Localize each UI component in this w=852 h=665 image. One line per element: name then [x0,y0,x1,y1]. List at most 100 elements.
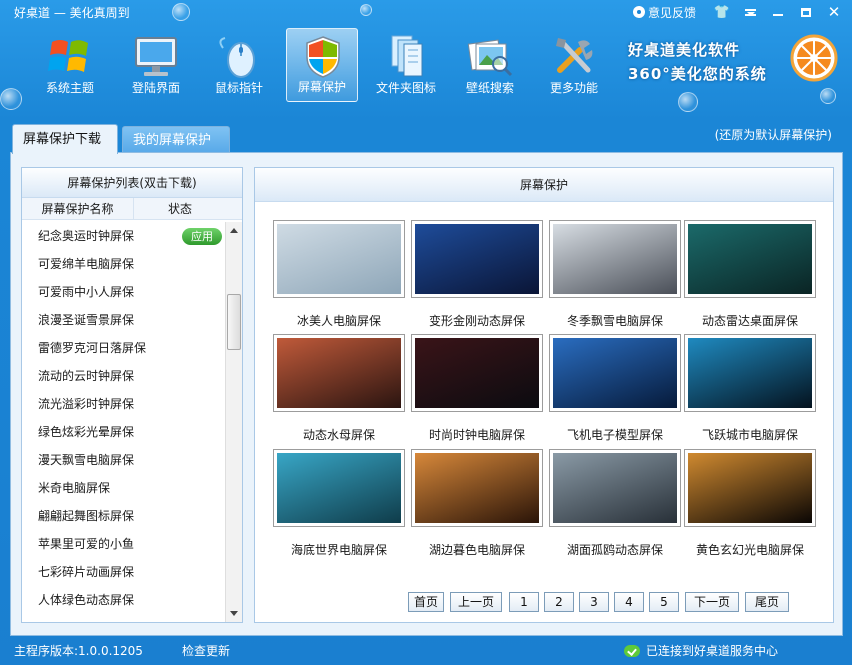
page-1-button[interactable]: 1 [509,592,539,612]
title-bar: 好桌道 — 美化真周到 意见反馈 👕 ✕ [0,0,852,24]
page-4-button[interactable]: 4 [614,592,644,612]
list-item[interactable]: 可爱雨中小人屏保 [22,278,226,306]
scroll-up-icon[interactable] [230,228,238,233]
list-item[interactable]: 浪漫圣诞雪景屏保 [22,306,226,334]
column-name-header[interactable]: 屏幕保护名称 [22,198,134,219]
screensaver-thumbnail[interactable]: 变形金刚动态屏保 [411,220,543,328]
brand-slogan: 好桌道美化软件 360°美化您的系统 [628,38,767,86]
tool-more-features[interactable]: 更多功能 [538,28,610,102]
skin-button[interactable]: 👕 [710,3,734,21]
list-item-label: 浪漫圣诞雪景屏保 [38,313,135,327]
thumbnail-frame[interactable] [684,334,816,412]
screensaver-thumbnail[interactable]: 湖面孤鸥动态屏保 [549,449,681,557]
menu-icon [744,8,756,16]
thumbnail-frame[interactable] [273,334,405,412]
list-item[interactable]: 绿色炫彩光晕屏保 [22,418,226,446]
prev-page-button[interactable]: 上一页 [450,592,502,612]
thumbnail-frame[interactable] [684,220,816,298]
tshirt-icon: 👕 [713,4,731,20]
menu-button[interactable] [738,3,762,21]
screensaver-thumbnail[interactable]: 海底世界电脑屏保 [273,449,405,557]
first-page-button[interactable]: 首页 [408,592,444,612]
tool-mouse-pointer[interactable]: 鼠标指针 [203,28,275,102]
thumbnail-frame[interactable] [273,449,405,527]
thumbnail-image [415,453,539,523]
next-page-button[interactable]: 下一页 [685,592,739,612]
scroll-thumb[interactable] [227,294,241,350]
feedback-button[interactable]: 意见反馈 [632,4,696,21]
list-item[interactable]: 可爱绵羊电脑屏保 [22,250,226,278]
tool-label: 壁纸搜索 [465,81,514,95]
screensaver-thumbnail[interactable]: 飞跃城市电脑屏保 [684,334,816,442]
list-item[interactable]: 苹果里可爱的小鱼 [22,530,226,558]
page-5-button[interactable]: 5 [649,592,679,612]
thumbnail-frame[interactable] [549,334,681,412]
apply-button[interactable]: 应用 [182,228,222,245]
minimize-button[interactable] [766,3,790,21]
page-2-button[interactable]: 2 [544,592,574,612]
orange-logo-icon [790,34,838,82]
list-item[interactable]: 翩翩起舞图标屏保 [22,502,226,530]
list-item[interactable]: 流光溢彩时钟屏保 [22,390,226,418]
tools-icon [556,38,593,73]
close-button[interactable]: ✕ [822,3,846,21]
thumbnail-image [553,224,677,294]
thumbnail-image [688,338,812,408]
list-item[interactable]: 七彩碎片动画屏保 [22,558,226,586]
thumbnail-caption: 冰美人电脑屏保 [296,314,381,328]
tab-my-screensavers[interactable]: 我的屏幕保护 [122,126,230,154]
thumbnail-frame[interactable] [549,220,681,298]
screensaver-thumbnail[interactable]: 湖边暮色电脑屏保 [411,449,543,557]
list-item-label: 苹果里可爱的小鱼 [38,537,135,551]
restore-default-link[interactable]: (还原为默认屏幕保护) [715,126,832,143]
page-3-button[interactable]: 3 [579,592,609,612]
main-toolbar: 系统主题 登陆界面 鼠标指针 屏幕保护 文件夹图标 壁纸搜索 更多功能 好桌道美… [0,26,852,104]
screensaver-thumbnail[interactable]: 飞机电子模型屏保 [549,334,681,442]
column-status-header[interactable]: 状态 [134,198,226,219]
list-item[interactable]: 漫天飘雪电脑屏保 [22,446,226,474]
monitor-icon [135,37,177,76]
list-item[interactable]: 雷德罗克河日落屏保 [22,334,226,362]
thumbnail-frame[interactable] [273,220,405,298]
connection-text: 已连接到好桌道服务中心 [646,644,779,658]
tool-system-theme[interactable]: 系统主题 [34,28,106,102]
thumbnail-frame[interactable] [549,449,681,527]
tool-wallpaper-search[interactable]: 壁纸搜索 [454,28,526,102]
list-item[interactable]: 人体绿色动态屏保 [22,586,226,614]
thumbnail-frame[interactable] [411,334,543,412]
list-item[interactable]: 米奇电脑屏保 [22,474,226,502]
list-item[interactable]: 纪念奥运时钟屏保 应用 [22,222,226,250]
screensaver-thumbnail[interactable]: 冰美人电脑屏保 [273,220,405,328]
thumbnail-caption: 飞跃城市电脑屏保 [701,428,798,442]
shield-icon [306,36,340,78]
screensaver-thumbnail[interactable]: 冬季飘雪电脑屏保 [549,220,681,328]
screensaver-thumbnail[interactable]: 动态雷达桌面屏保 [684,220,816,328]
folder-icon [391,35,423,77]
minimize-icon [773,14,783,16]
tool-screensaver[interactable]: 屏幕保护 [286,28,358,102]
thumbnail-frame[interactable] [684,449,816,527]
tool-folder-icon[interactable]: 文件夹图标 [370,28,442,102]
thumbnail-frame[interactable] [411,220,543,298]
tab-screensaver-download[interactable]: 屏幕保护下载 [12,124,118,154]
thumbnail-image [688,453,812,523]
check-update-link[interactable]: 检查更新 [182,642,230,659]
mouse-icon [219,37,255,78]
maximize-button[interactable] [794,3,818,21]
thumbnail-frame[interactable] [411,449,543,527]
list-item-label: 翩翩起舞图标屏保 [38,509,135,523]
list-item[interactable]: 流动的云时钟屏保 [22,362,226,390]
screensaver-thumbnail[interactable]: 动态水母屏保 [273,334,405,442]
list-scrollbar[interactable] [225,222,242,622]
tool-login-screen[interactable]: 登陆界面 [120,28,192,102]
list-item-label: 人体绿色动态屏保 [38,593,135,607]
tool-label: 屏幕保护 [297,80,346,94]
screensaver-thumbnail[interactable]: 黄色玄幻光电脑屏保 [684,449,816,557]
screensaver-gallery: 屏幕保护 冰美人电脑屏保 变形金刚动态屏保 冬季飘雪电脑屏保 动态雷达桌面屏保 动态水母… [254,167,834,623]
scroll-down-icon[interactable] [230,611,238,616]
window-title: 好桌道 — 美化真周到 [14,6,130,20]
thumbnail-image [277,224,401,294]
screensaver-thumbnail[interactable]: 时尚时钟电脑屏保 [411,334,543,442]
thumbnail-image [553,338,677,408]
last-page-button[interactable]: 尾页 [745,592,789,612]
